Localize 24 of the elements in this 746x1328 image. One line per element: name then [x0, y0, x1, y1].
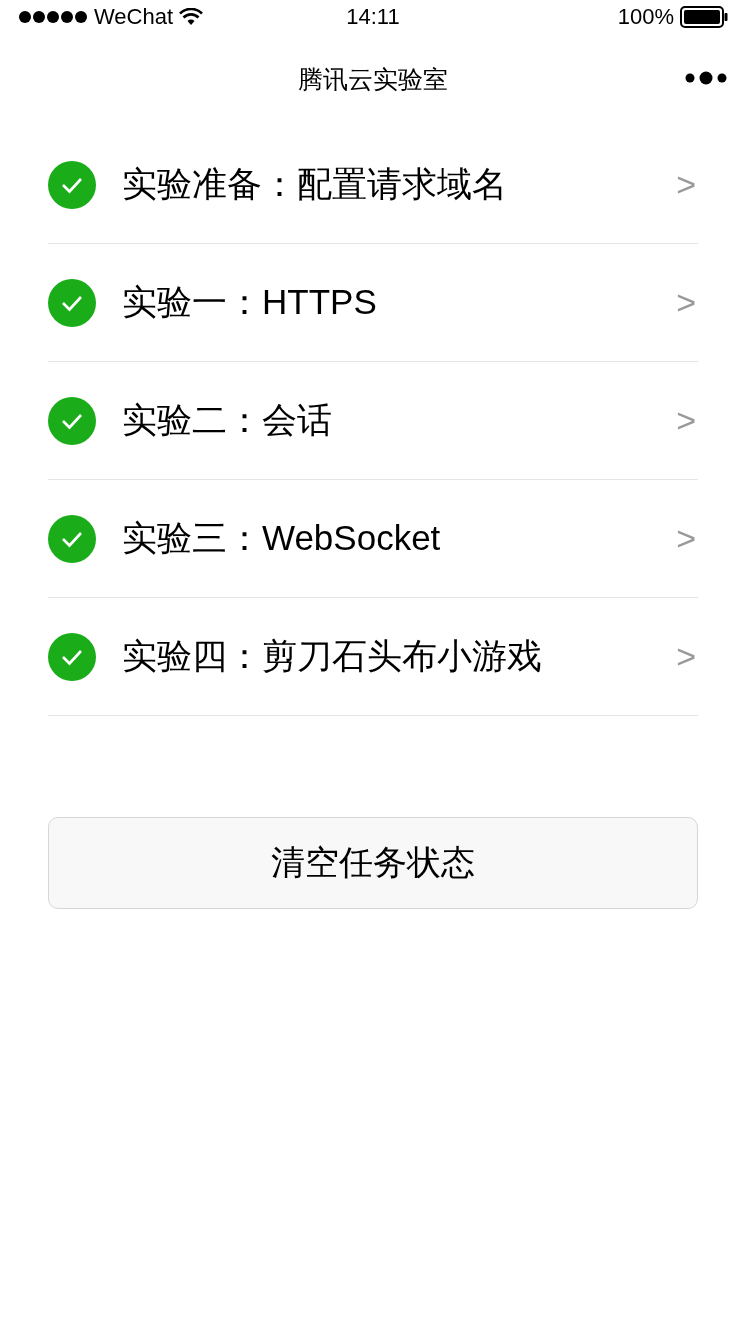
battery-icon — [680, 6, 728, 28]
chevron: > — [676, 519, 696, 558]
chevron: > — [676, 401, 696, 440]
chevron: > — [676, 283, 696, 322]
task-label: 实验准备：配置请求域名 — [122, 163, 508, 205]
page-title: 腾讯云实验室 — [298, 63, 448, 95]
more-icon[interactable] — [685, 71, 727, 85]
signal-icon — [18, 10, 88, 24]
battery-percent: 100% — [617, 4, 674, 30]
clock-time: 14:11 — [346, 4, 400, 30]
task-item[interactable]: 实验四：剪刀石头布小游戏 > — [48, 598, 698, 716]
clear-status-button[interactable]: 清空任务状态 — [48, 817, 698, 909]
chevron: > — [676, 637, 696, 676]
task-item[interactable]: 实验三：WebSocket > — [48, 480, 698, 598]
task-label: 实验一：HTTPS — [122, 281, 378, 323]
carrier-name: WeChat — [94, 4, 174, 30]
task-label: 实验四：剪刀石头布小游戏 — [122, 635, 543, 677]
task-item[interactable]: 实验准备：配置请求域名 > — [48, 126, 698, 244]
task-label: 实验二：会话 — [122, 399, 333, 441]
chevron: > — [676, 165, 696, 204]
wifi-icon — [179, 8, 204, 26]
task-label: 实验三：WebSocket — [122, 517, 442, 559]
task-item[interactable]: 实验二：会话 > — [48, 362, 698, 480]
task-item[interactable]: 实验一：HTTPS > — [48, 244, 698, 362]
